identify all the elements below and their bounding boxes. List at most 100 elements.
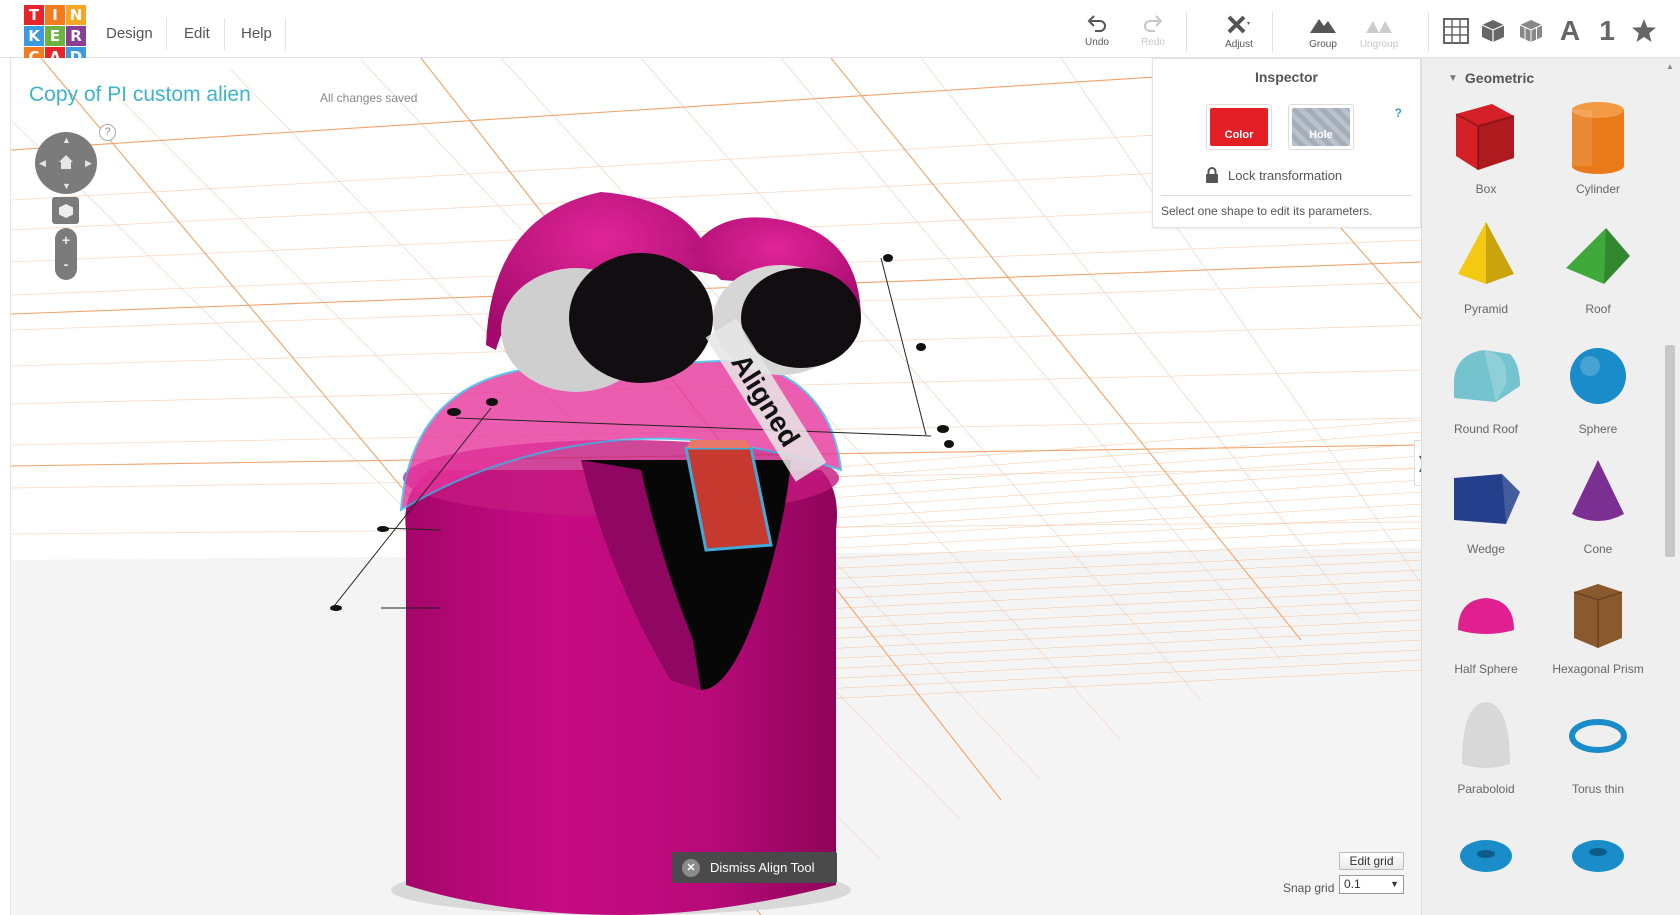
half-sphere-icon [1458,598,1514,634]
menu-design[interactable]: Design [106,25,153,42]
torus-icon [1460,840,1512,872]
nav-help-icon[interactable]: ? [99,124,116,141]
category-header[interactable]: ▼ Geometric [1448,70,1534,86]
dismiss-label: Dismiss Align Tool [710,860,815,875]
save-status: All changes saved [320,91,418,105]
project-title[interactable]: Copy of PI custom alien [29,83,251,107]
collapse-triangle-icon: ▼ [1448,72,1458,84]
zoom-control[interactable]: + - [55,228,77,280]
toolbar-divider [1428,12,1429,52]
shape-item-paraboloid[interactable]: Paraboloid [1430,696,1542,796]
shape-item-sphere[interactable]: Sphere [1542,336,1654,436]
toolbar-divider [1186,12,1187,52]
zoom-in-button[interactable]: + [55,228,77,252]
category-label: Geometric [1464,70,1535,86]
shape-item-wedge[interactable]: Wedge [1430,456,1542,556]
ungroup-icon [1366,21,1392,33]
torus-thin-icon [1569,719,1627,753]
toolbar-divider [1272,12,1273,52]
shape-item-torus-thin[interactable]: Torus thin [1542,696,1654,796]
orbit-down-icon[interactable]: ▼ [62,181,71,191]
shape-item-torus[interactable] [1430,816,1542,902]
shape-item-pyramid[interactable]: Pyramid [1430,216,1542,316]
menu-divider [285,18,286,50]
dismiss-align-tool-button[interactable]: ✕ Dismiss Align Tool [672,852,837,883]
undo-button[interactable]: Undo [1068,14,1126,48]
shape-label: Sphere [1578,422,1618,436]
menu-help[interactable]: Help [241,25,272,42]
star-icon[interactable] [1628,15,1660,47]
color-label: Color [1210,108,1268,146]
workplane-grid-icon[interactable] [1440,15,1472,47]
shape-item-box[interactable]: Box [1430,96,1542,196]
snap-grid-value: 0.1 [1344,877,1361,891]
scroll-up-icon[interactable]: ▲ [1666,62,1674,71]
shape-label: Hexagonal Prism [1552,662,1644,676]
cone-icon [1572,460,1624,521]
adjust-label: Adjust [1225,39,1253,50]
shape-item-cone[interactable]: Cone [1542,456,1654,556]
number-shape-icon[interactable]: 1 [1591,15,1623,47]
shape-item-cylinder[interactable]: Cylinder [1542,96,1654,196]
shape-label: Pyramid [1463,302,1508,316]
logo-letter: R [66,26,86,46]
right-pupil [741,268,861,368]
wireframe-box-icon[interactable] [1515,15,1547,47]
shape-label: Wedge [1467,542,1505,556]
sphere-icon [1570,348,1626,404]
shape-label: Paraboloid [1457,782,1515,796]
adjust-icon [1227,15,1250,34]
logo-letter: N [66,5,86,25]
text-shape-icon[interactable]: A [1554,15,1586,47]
ungroup-button[interactable]: Ungroup [1350,14,1408,50]
shape-item-roof[interactable]: Roof [1542,216,1654,316]
solid-box-icon[interactable] [1477,15,1509,47]
shape-item-round-roof[interactable]: Round Roof [1430,336,1542,436]
lock-label: Lock transformation [1228,167,1343,183]
menu-edit[interactable]: Edit [184,25,210,42]
redo-button[interactable]: Redo [1124,14,1182,48]
snap-grid-select[interactable]: 0.1 ▼ [1339,875,1404,894]
menu-divider [224,18,225,50]
orbit-right-icon[interactable]: ▶ [85,158,92,169]
box-icon [1455,104,1515,170]
orbit-up-icon[interactable]: ▲ [62,135,71,145]
lock-icon [1206,167,1218,183]
panel-scrollbar[interactable] [1665,345,1675,557]
edit-grid-button[interactable]: Edit grid [1339,852,1404,870]
lock-transformation[interactable]: Lock transformation [1205,167,1342,183]
round-roof-icon [1454,350,1520,402]
inspector-help-icon[interactable]: ? [1395,106,1402,120]
logo-letter: K [24,26,44,46]
shape-label: Cone [1583,542,1613,556]
snap-grid-label: Snap grid [1283,881,1335,895]
logo-letter: E [45,26,65,46]
dropdown-arrow-icon: ▼ [1390,879,1399,889]
shape-label: Cylinder [1575,182,1620,196]
group-icon [1310,19,1336,33]
orbit-left-icon[interactable]: ◀ [39,158,46,169]
adjust-button[interactable]: Adjust [1210,14,1268,50]
top-bar: TINKERCAD Design Edit Help Undo Redo Adj… [0,0,1680,67]
hole-button[interactable]: Hole [1288,104,1354,150]
shape-label: Roof [1585,302,1611,316]
menu-divider [166,18,167,50]
shapes-panel: ▼ Geometric Box Cylinder Pyramid Roof Round … [1421,58,1680,915]
group-button[interactable]: Group [1294,14,1352,50]
home-icon[interactable] [57,153,75,171]
shape-item-torus[interactable] [1542,816,1654,902]
zoom-out-button[interactable]: - [55,252,77,276]
orbit-control[interactable]: ▲ ▼ ◀ ▶ [35,132,97,194]
ungroup-label: Ungroup [1359,39,1399,50]
shape-label: Box [1475,182,1497,196]
paraboloid-icon [1462,702,1510,768]
wedge-icon [1454,474,1520,524]
logo-letter: T [24,5,44,25]
group-label: Group [1309,39,1337,50]
shape-item-hexagonal-prism[interactable]: Hexagonal Prism [1542,576,1654,676]
undo-label: Undo [1085,37,1109,48]
color-button[interactable]: Color [1206,104,1272,150]
view-cube-icon[interactable] [52,197,79,224]
shape-item-half-sphere[interactable]: Half Sphere [1430,576,1542,676]
torus-icon [1572,840,1624,872]
